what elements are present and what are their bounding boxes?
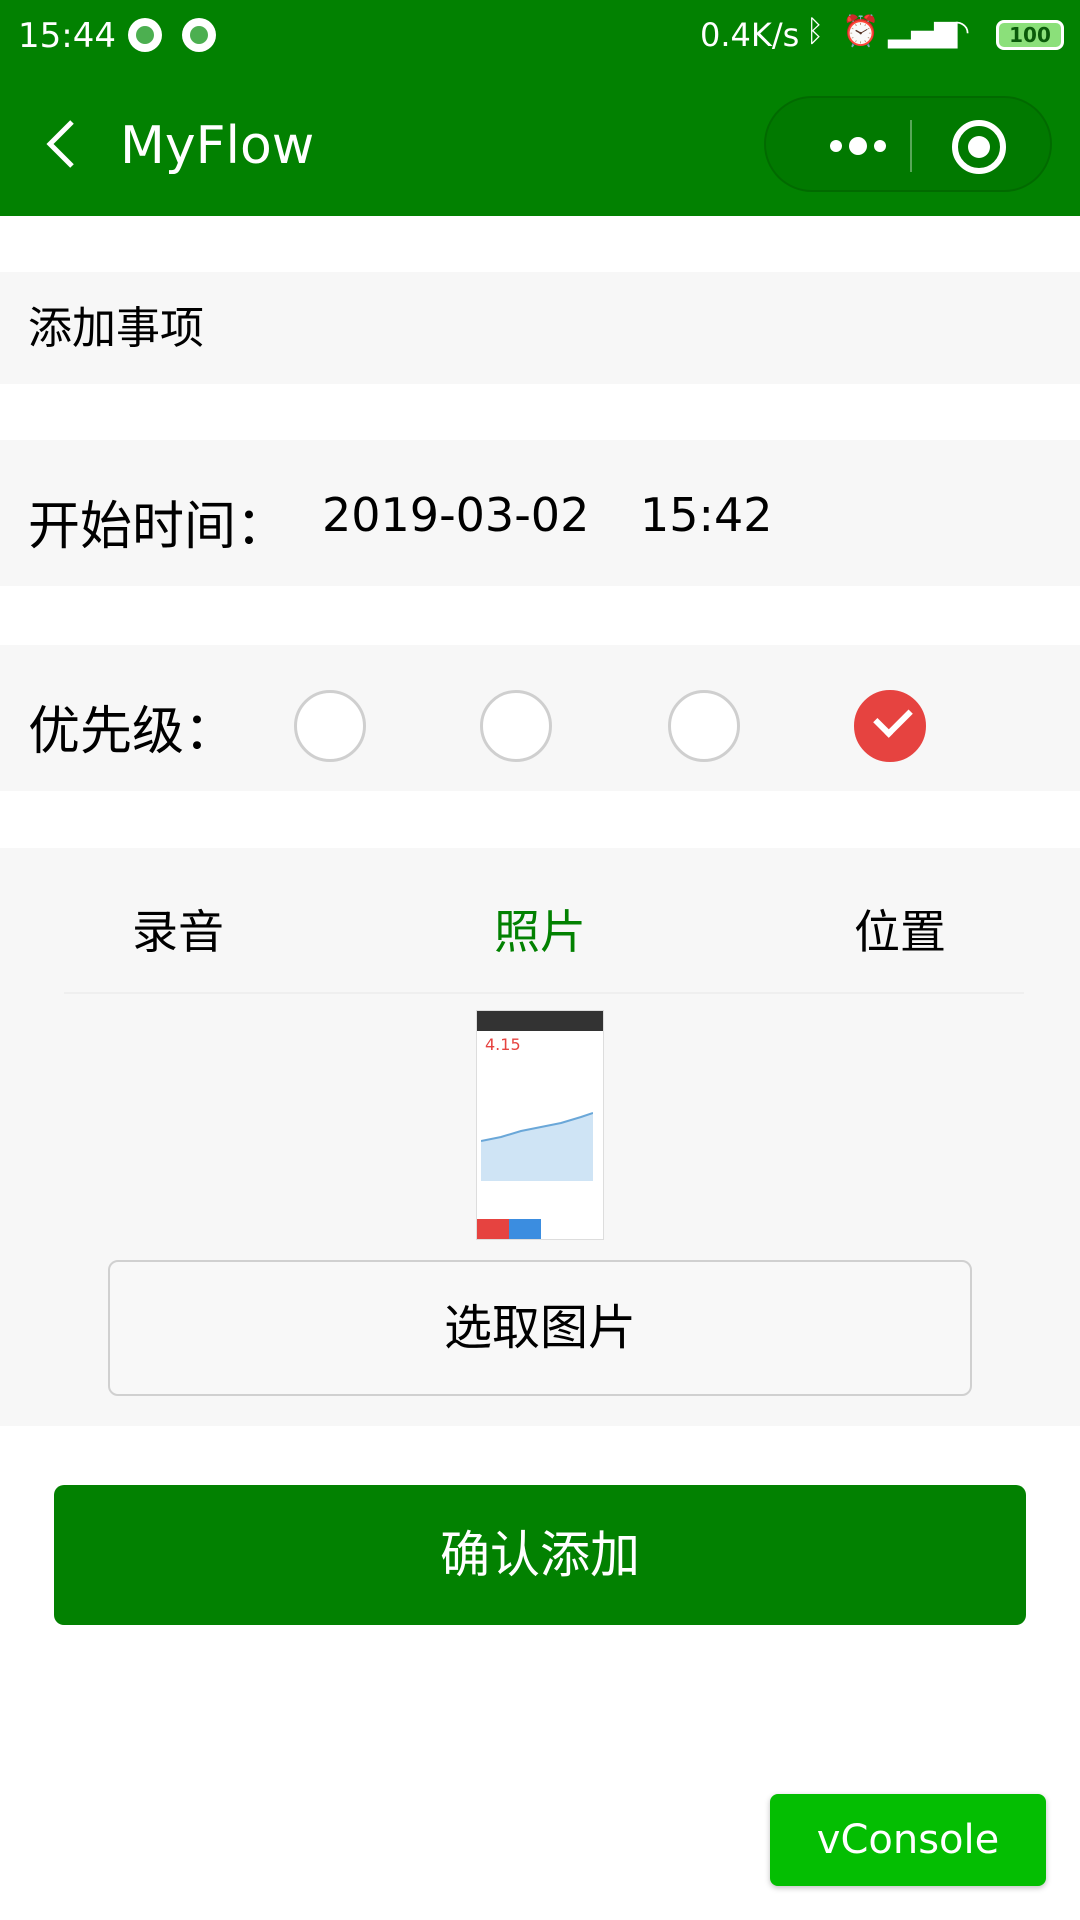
navigation-bar: MyFlow [0,76,1080,216]
status-bar: 15:44 0.4K/s ᛒ ⏰ ▂▄▆ ◠ 100 [0,0,1080,76]
priority-radio-2[interactable] [480,690,552,762]
priority-radio-1[interactable] [294,690,366,762]
back-arrow-icon[interactable] [40,116,80,172]
choose-image-button[interactable]: 选取图片 [108,1260,972,1396]
priority-label: 优先级： [28,702,237,762]
bluetooth-icon: ᛒ [806,14,824,49]
battery-icon: 100 [996,20,1064,50]
priority-radio-4[interactable] [854,690,926,762]
start-time-label: 开始时间： [28,497,289,557]
wifi-icon: ◠ [944,14,971,49]
thumbnail-price: 4.15 [485,1035,521,1054]
start-time-picker[interactable]: 15:42 [640,488,773,542]
thumbnail-blank-block [541,1219,573,1239]
menu-capsule [764,96,1052,192]
notification-icon [182,18,216,52]
network-speed: 0.4K/s [700,16,800,54]
thumbnail-buy-block [509,1219,541,1239]
vconsole-button[interactable]: vConsole [770,1794,1046,1886]
title-input[interactable] [28,298,1028,358]
thumbnail-sell-block [477,1219,509,1239]
priority-row: 优先级： [0,645,1080,791]
attachment-panel: 录音 照片 位置 4.15 选取图片 [0,848,1080,1426]
tab-divider [64,992,1024,994]
status-time: 15:44 [18,16,116,56]
thumbnail-chart [481,1112,593,1181]
tab-photo[interactable]: 照片 [494,896,586,962]
start-time-row: 开始时间： 2019-03-02 15:42 [0,440,1080,586]
tab-recording[interactable]: 录音 [132,896,224,962]
start-date-picker[interactable]: 2019-03-02 [322,488,589,542]
capsule-divider [910,120,912,172]
thumbnail-blank-block [573,1219,603,1239]
title-row [0,272,1080,384]
notification-icon [128,18,162,52]
target-icon[interactable] [952,120,1006,174]
photo-thumbnail[interactable]: 4.15 [476,1010,604,1240]
page-title: MyFlow [120,116,315,176]
alarm-icon: ⏰ [842,14,880,49]
confirm-add-button[interactable]: 确认添加 [54,1485,1026,1625]
thumbnail-header [477,1011,603,1031]
tab-location[interactable]: 位置 [854,896,946,962]
priority-radio-3[interactable] [668,690,740,762]
thumbnail-footer [477,1219,603,1239]
more-dots-icon[interactable] [806,122,910,170]
